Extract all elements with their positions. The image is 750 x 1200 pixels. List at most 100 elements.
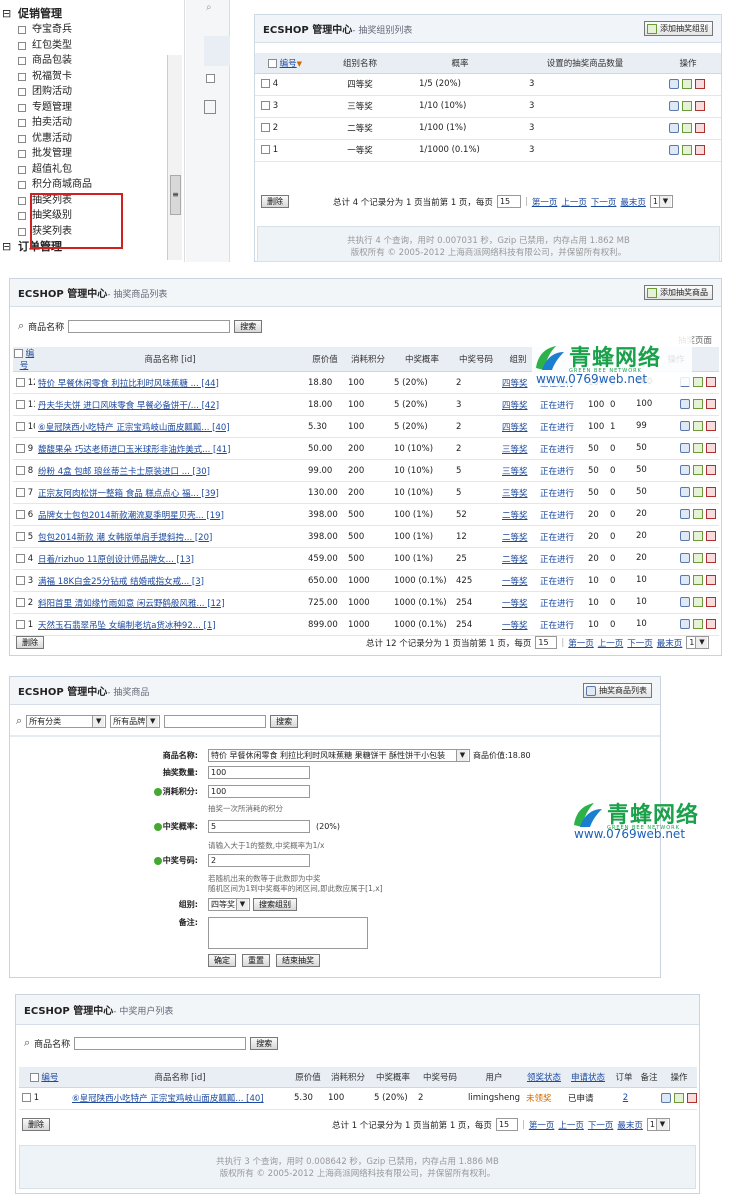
view-icon[interactable] bbox=[668, 100, 679, 111]
next-page-link[interactable]: 下一页 bbox=[588, 1119, 614, 1131]
add-goods-button[interactable]: 添加抽奖商品 bbox=[644, 285, 713, 300]
delete-icon[interactable] bbox=[706, 531, 716, 542]
cell-grp[interactable]: 三等奖 bbox=[499, 459, 537, 482]
view-icon[interactable] bbox=[680, 487, 690, 498]
column-header[interactable]: 原价值 bbox=[291, 1067, 325, 1088]
view-icon[interactable] bbox=[668, 122, 679, 133]
search-group-button[interactable]: 搜索组别 bbox=[253, 898, 297, 911]
view-icon[interactable] bbox=[668, 144, 679, 155]
edit-icon[interactable] bbox=[693, 531, 703, 542]
row-checkbox[interactable] bbox=[16, 487, 25, 497]
cell-name[interactable]: 特价 早餐休闲零食 利拉比利时风味蕉糖 ... [44] bbox=[35, 371, 305, 394]
select-all-checkbox[interactable] bbox=[29, 1072, 39, 1082]
rate-input[interactable]: 5 bbox=[208, 820, 310, 833]
edit-icon[interactable] bbox=[693, 399, 703, 410]
view-icon[interactable] bbox=[680, 443, 690, 454]
edit-icon[interactable] bbox=[693, 487, 703, 498]
delete-icon[interactable] bbox=[706, 487, 716, 498]
column-header[interactable]: 商品名称 [id] bbox=[35, 347, 305, 372]
row-checkbox[interactable] bbox=[22, 1093, 31, 1102]
points-input[interactable]: 100 bbox=[208, 785, 310, 798]
delete-icon[interactable] bbox=[706, 377, 716, 388]
search-button[interactable]: 搜索 bbox=[270, 714, 299, 728]
cell-name[interactable]: 正宗友阿肉松饼一整箱 食品 糕点点心 福... [39] bbox=[35, 481, 305, 504]
column-header[interactable]: 设置的抽奖商品数量 bbox=[515, 53, 655, 74]
delete-icon[interactable] bbox=[706, 597, 716, 608]
cell-name[interactable]: 包包2014新款 潮 女韩版单肩手提斜挎... [20] bbox=[35, 525, 305, 548]
row-checkbox[interactable] bbox=[16, 443, 25, 453]
cell-grp[interactable]: 一等奖 bbox=[499, 591, 537, 614]
delete-icon[interactable] bbox=[687, 1092, 697, 1103]
delete-icon[interactable] bbox=[706, 619, 716, 630]
column-header[interactable]: 原价值 bbox=[305, 347, 345, 372]
column-header[interactable]: 组别名称 bbox=[315, 53, 405, 74]
per-page-input[interactable]: 15 bbox=[495, 1118, 518, 1131]
cell-st[interactable]: 正在进行 bbox=[537, 547, 585, 570]
help-icon[interactable] bbox=[153, 787, 162, 796]
add-group-button[interactable]: 添加抽奖组别 bbox=[644, 21, 713, 36]
delete-button[interactable]: 删除 bbox=[16, 636, 44, 649]
cell-name[interactable]: 品牌女士包包2014新款潮流夏季明星贝壳... [19] bbox=[35, 503, 305, 526]
column-header[interactable]: 编号▼ bbox=[255, 53, 315, 74]
sidebar-item[interactable]: 拍卖活动 bbox=[0, 115, 184, 131]
search-input[interactable] bbox=[74, 1036, 247, 1050]
note-textarea[interactable] bbox=[208, 917, 368, 949]
delete-icon[interactable] bbox=[694, 78, 705, 89]
number-input[interactable]: 2 bbox=[208, 854, 310, 867]
delete-icon[interactable] bbox=[706, 443, 716, 454]
row-checkbox[interactable] bbox=[261, 123, 270, 132]
cell-st[interactable]: 正在进行 bbox=[537, 613, 585, 636]
view-icon[interactable] bbox=[680, 619, 690, 630]
row-checkbox[interactable] bbox=[16, 377, 25, 387]
goods-select[interactable]: 特价 早餐休闲零食 利拉比利时风味蕉糖 果糖饼干 酥性饼干小包装 bbox=[208, 749, 470, 762]
cell-grp[interactable]: 四等奖 bbox=[499, 393, 537, 416]
cell-st[interactable]: 正在进行 bbox=[537, 393, 585, 416]
delete-icon[interactable] bbox=[706, 553, 716, 564]
row-checkbox[interactable] bbox=[261, 101, 270, 110]
edit-icon[interactable] bbox=[693, 597, 703, 608]
column-header[interactable]: 中奖概率 bbox=[371, 1067, 415, 1088]
sidebar-item[interactable]: 优惠活动 bbox=[0, 131, 184, 147]
delete-icon[interactable] bbox=[706, 465, 716, 476]
delete-button[interactable]: 删除 bbox=[261, 195, 289, 208]
view-icon[interactable] bbox=[680, 597, 690, 608]
edit-icon[interactable] bbox=[681, 144, 692, 155]
sidebar-item[interactable]: 积分商城商品 bbox=[0, 177, 184, 193]
edit-icon[interactable] bbox=[693, 509, 703, 520]
cell-grp[interactable]: 二等奖 bbox=[499, 503, 537, 526]
cell-name[interactable]: 斜阳首里 清如缘竹雨如意 闲云野鹤般风雅... [12] bbox=[35, 591, 305, 614]
row-checkbox[interactable] bbox=[16, 421, 25, 431]
sidebar-group-promotion[interactable]: 促销管理 bbox=[0, 6, 184, 22]
page-select[interactable]: 1 bbox=[646, 1118, 670, 1131]
row-checkbox[interactable] bbox=[16, 575, 25, 585]
help-icon[interactable] bbox=[153, 822, 162, 831]
cell-grp[interactable]: 三等奖 bbox=[499, 481, 537, 504]
row-checkbox[interactable] bbox=[16, 465, 25, 475]
delete-icon[interactable] bbox=[706, 421, 716, 432]
delete-icon[interactable] bbox=[706, 509, 716, 520]
cell-st[interactable]: 正在进行 bbox=[537, 437, 585, 460]
category-select[interactable]: 所有分类 bbox=[26, 714, 107, 728]
column-header[interactable]: 用户 bbox=[465, 1067, 523, 1088]
prev-page-link[interactable]: 上一页 bbox=[598, 637, 624, 649]
next-page-link[interactable]: 下一页 bbox=[627, 637, 653, 649]
row-checkbox[interactable] bbox=[261, 145, 270, 154]
brand-select[interactable]: 所有品牌 bbox=[110, 714, 161, 728]
edit-icon[interactable] bbox=[681, 100, 692, 111]
search-button[interactable]: 搜索 bbox=[250, 1036, 279, 1050]
cell-name[interactable]: ⑥皇冠陕西小吃特产 正宗宝鸡岐山面皮瓤瓤... [40] bbox=[69, 1087, 291, 1110]
row-checkbox[interactable] bbox=[16, 509, 25, 519]
confirm-button[interactable]: 确定 bbox=[208, 954, 236, 967]
view-icon[interactable] bbox=[680, 421, 690, 432]
row-checkbox[interactable] bbox=[261, 79, 270, 88]
column-header[interactable]: 编号 bbox=[19, 1067, 69, 1088]
column-header[interactable]: 编号 bbox=[13, 347, 35, 372]
sidebar-item[interactable]: 夺宝奇兵 bbox=[0, 22, 184, 38]
edit-icon[interactable] bbox=[693, 619, 703, 630]
column-header[interactable]: 概率 bbox=[405, 53, 515, 74]
prev-page-link[interactable]: 上一页 bbox=[558, 1119, 584, 1131]
sidebar-item[interactable]: 红包类型 bbox=[0, 38, 184, 54]
first-page-link[interactable]: 第一页 bbox=[568, 637, 594, 649]
edit-icon[interactable] bbox=[693, 421, 703, 432]
cell-name[interactable]: 馥馥果朵 巧达老师进口玉米球形非油炸美式... [41] bbox=[35, 437, 305, 460]
